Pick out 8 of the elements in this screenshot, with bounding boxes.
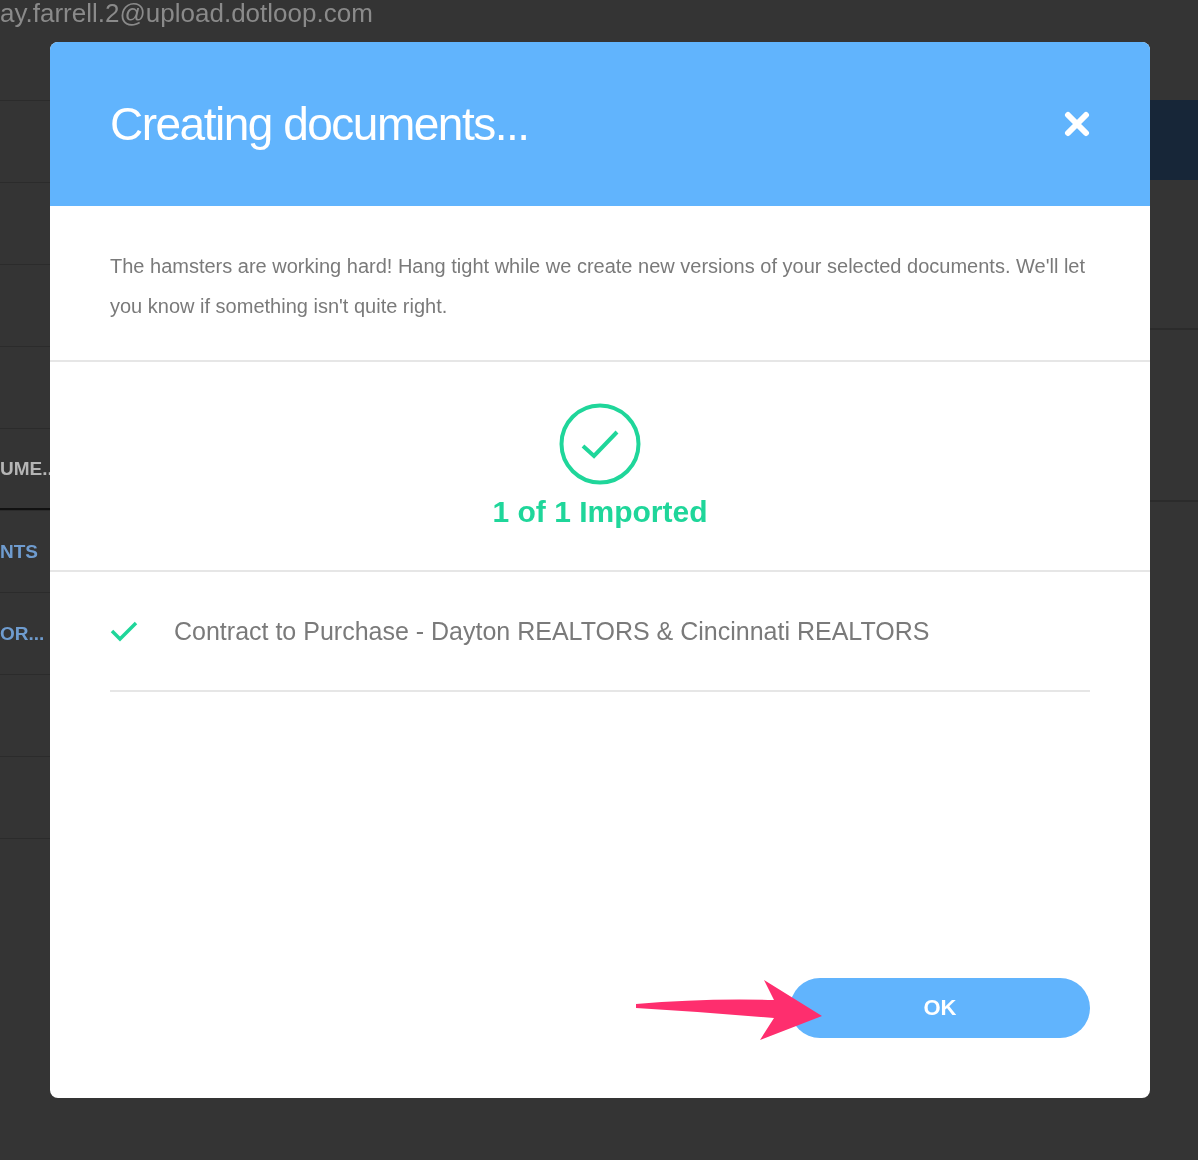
dialog-title: Creating documents... xyxy=(110,97,529,151)
import-status: 1 of 1 Imported xyxy=(492,495,708,529)
check-circle-icon xyxy=(559,403,641,485)
ok-button[interactable]: OK xyxy=(790,978,1090,1038)
dialog-message: The hamsters are working hard! Hang tight while we create new versions of your selected documents. We'll let you know if something isn't quite right. xyxy=(50,206,1150,362)
document-name: Contract to Purchase - Dayton REALTORS & Cincinnati REALTORS xyxy=(174,616,930,646)
email-address: ay.farrell.2@upload.dotloop.com xyxy=(0,0,373,29)
close-button[interactable] xyxy=(1064,111,1090,137)
